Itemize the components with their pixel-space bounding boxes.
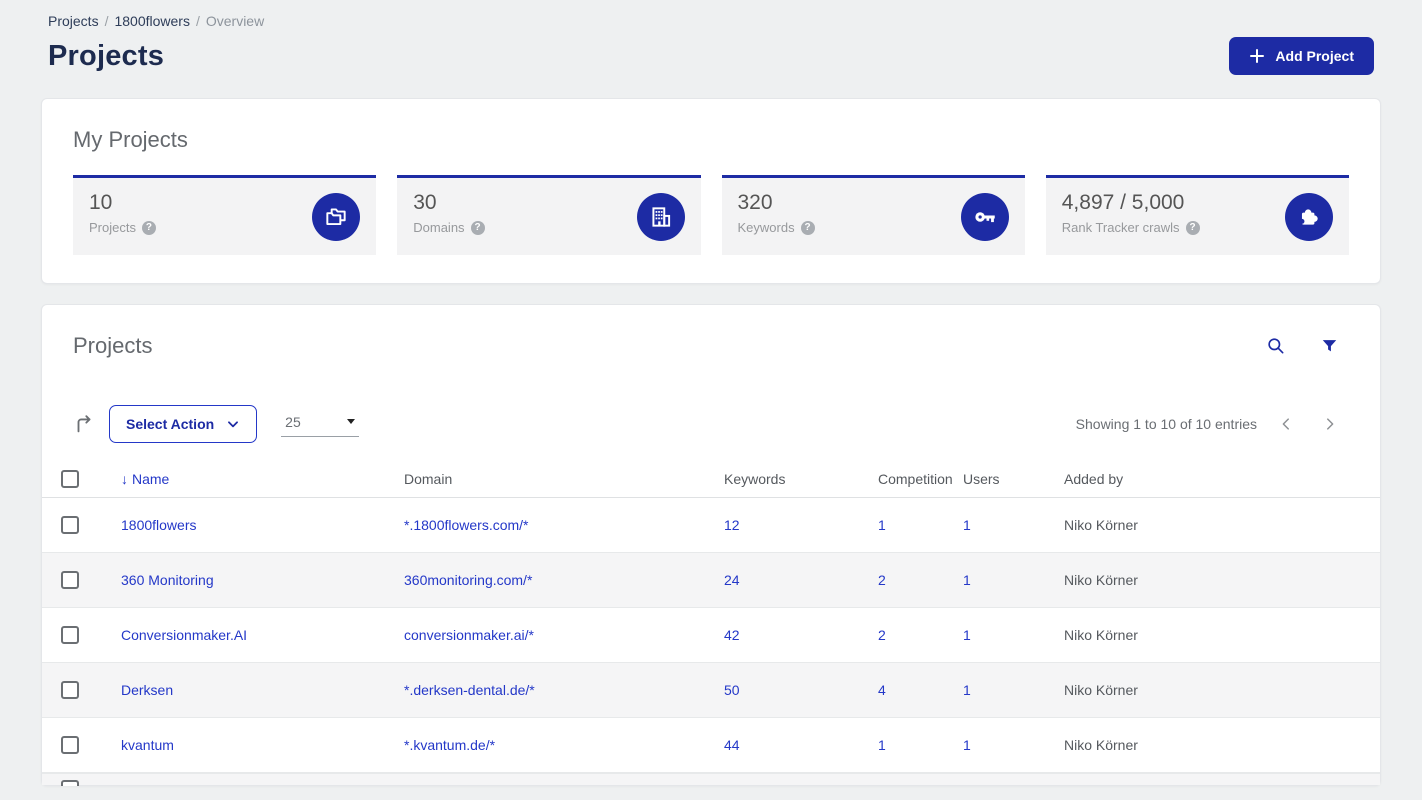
- page-size-value: 25: [285, 413, 301, 430]
- stat-projects-label: Projects: [89, 220, 136, 235]
- table-row: 360 Monitoring 360monitoring.com/* 24 2 …: [42, 553, 1380, 608]
- help-icon[interactable]: ?: [1185, 220, 1200, 235]
- projects-table-title: Projects: [73, 333, 153, 358]
- stat-projects: 10 Projects ?: [73, 175, 377, 255]
- project-name-link[interactable]: Derksen: [121, 682, 173, 698]
- project-domain-link[interactable]: *.derksen-dental.de/*: [404, 682, 535, 698]
- add-project-label: Add Project: [1275, 48, 1354, 64]
- select-action-dropdown[interactable]: Select Action: [109, 405, 258, 443]
- project-name-link[interactable]: 360 Monitoring: [121, 572, 214, 588]
- row-checkbox[interactable]: [61, 736, 79, 754]
- column-header-added-by[interactable]: Added by: [1064, 471, 1263, 487]
- table-row: 1800flowers *.1800flowers.com/* 12 1 1 N…: [42, 498, 1380, 553]
- stat-domains: 30 Domains ?: [397, 175, 701, 255]
- stat-rank-tracker: 4,897 / 5,000 Rank Tracker crawls ?: [1045, 175, 1349, 255]
- select-action-label: Select Action: [126, 416, 215, 432]
- keywords-count[interactable]: 44: [724, 737, 740, 753]
- project-domain-link[interactable]: 360monitoring.com/*: [404, 572, 532, 588]
- users-count[interactable]: 1: [963, 572, 971, 588]
- users-count[interactable]: 1: [963, 517, 971, 533]
- column-header-domain[interactable]: Domain: [404, 471, 724, 487]
- row-checkbox[interactable]: [61, 626, 79, 644]
- users-count[interactable]: 1: [963, 737, 971, 753]
- chevron-down-icon: [226, 417, 240, 431]
- search-icon: [1266, 336, 1286, 356]
- added-by-value: Niko Körner: [1064, 682, 1138, 698]
- added-by-value: Niko Körner: [1064, 572, 1138, 588]
- added-by-value: Niko Körner: [1064, 737, 1138, 753]
- keywords-count[interactable]: 12: [724, 517, 740, 533]
- help-icon[interactable]: ?: [141, 220, 156, 235]
- filter-icon: [1320, 337, 1339, 356]
- chevron-left-icon: [1277, 415, 1295, 433]
- my-projects-title: My Projects: [73, 127, 188, 152]
- row-checkbox[interactable]: [61, 571, 79, 589]
- projects-folders-icon: [312, 192, 361, 241]
- project-name-link[interactable]: 1800flowers: [121, 517, 197, 533]
- competition-count[interactable]: 1: [878, 517, 886, 533]
- my-projects-card: My Projects 10 Projects ? 30 Domains ? 3…: [41, 98, 1381, 284]
- users-count[interactable]: 1: [963, 627, 971, 643]
- project-name-link[interactable]: kvantum: [121, 737, 174, 753]
- competition-count[interactable]: 2: [878, 627, 886, 643]
- page-title: Projects: [48, 39, 165, 72]
- puzzle-icon: [1285, 192, 1333, 241]
- stat-rank-tracker-label: Rank Tracker crawls: [1061, 220, 1180, 235]
- keywords-count[interactable]: 50: [724, 682, 740, 698]
- project-domain-link[interactable]: *.1800flowers.com/*: [404, 517, 529, 533]
- breadcrumb-1800flowers[interactable]: 1800flowers: [114, 13, 190, 29]
- table-row: Derksen *.derksen-dental.de/* 50 4 1 Nik…: [42, 663, 1380, 718]
- competition-count[interactable]: 4: [878, 682, 886, 698]
- competition-count[interactable]: 2: [878, 572, 886, 588]
- breadcrumb-separator: /: [104, 13, 109, 29]
- select-caret-icon: [347, 419, 356, 424]
- add-project-button[interactable]: Add Project: [1229, 37, 1374, 75]
- next-page-button[interactable]: [1321, 415, 1339, 433]
- help-icon[interactable]: ?: [470, 220, 485, 235]
- breadcrumb: Projects / 1800flowers / Overview: [41, 0, 1381, 29]
- row-checkbox[interactable]: [61, 681, 79, 699]
- project-domain-link[interactable]: conversionmaker.ai/*: [404, 627, 534, 643]
- chevron-right-icon: [1321, 415, 1339, 433]
- keywords-count[interactable]: 24: [724, 572, 740, 588]
- row-checkbox[interactable]: [61, 516, 79, 534]
- search-button[interactable]: [1266, 336, 1286, 356]
- keywords-count[interactable]: 42: [724, 627, 740, 643]
- stat-keywords: 320 Keywords ?: [721, 175, 1025, 255]
- plus-icon: [1249, 48, 1265, 64]
- project-name-link[interactable]: Conversionmaker.AI: [121, 627, 247, 643]
- breadcrumb-projects[interactable]: Projects: [48, 13, 99, 29]
- breadcrumb-separator: /: [195, 13, 200, 29]
- column-header-keywords[interactable]: Keywords: [724, 471, 878, 487]
- added-by-value: Niko Körner: [1064, 627, 1138, 643]
- previous-page-button[interactable]: [1277, 415, 1295, 433]
- stat-domains-label: Domains: [413, 220, 465, 235]
- select-all-checkbox[interactable]: [61, 470, 79, 488]
- stat-keywords-label: Keywords: [737, 220, 795, 235]
- export-arrow-icon[interactable]: [73, 413, 95, 435]
- showing-entries-text: Showing 1 to 10 of 10 entries: [1075, 416, 1257, 432]
- users-count[interactable]: 1: [963, 682, 971, 698]
- table-row: kvantum *.kvantum.de/* 44 1 1 Niko Körne…: [42, 718, 1380, 773]
- project-domain-link[interactable]: *.kvantum.de/*: [404, 737, 495, 753]
- competition-count[interactable]: 1: [878, 737, 886, 753]
- building-icon: [636, 192, 685, 241]
- row-checkbox[interactable]: [61, 780, 79, 786]
- breadcrumb-overview: Overview: [205, 13, 265, 29]
- column-header-users[interactable]: Users: [963, 471, 1064, 487]
- added-by-value: Niko Körner: [1064, 517, 1138, 533]
- page-size-select[interactable]: 25: [281, 412, 360, 437]
- key-icon: [960, 192, 1009, 241]
- filter-button[interactable]: [1320, 337, 1339, 356]
- sort-descending-icon: ↓: [121, 471, 128, 487]
- table-row: Conversionmaker.AI conversionmaker.ai/* …: [42, 608, 1380, 663]
- table-header-row: ↓ Name Domain Keywords Competition Users…: [42, 461, 1380, 498]
- help-icon[interactable]: ?: [800, 220, 815, 235]
- column-header-competition[interactable]: Competition: [878, 471, 963, 487]
- table-row-partial: [42, 773, 1380, 786]
- column-header-name[interactable]: ↓ Name: [121, 471, 404, 487]
- projects-table-card: Projects Select Action 25 Showing 1 to 1…: [41, 304, 1381, 786]
